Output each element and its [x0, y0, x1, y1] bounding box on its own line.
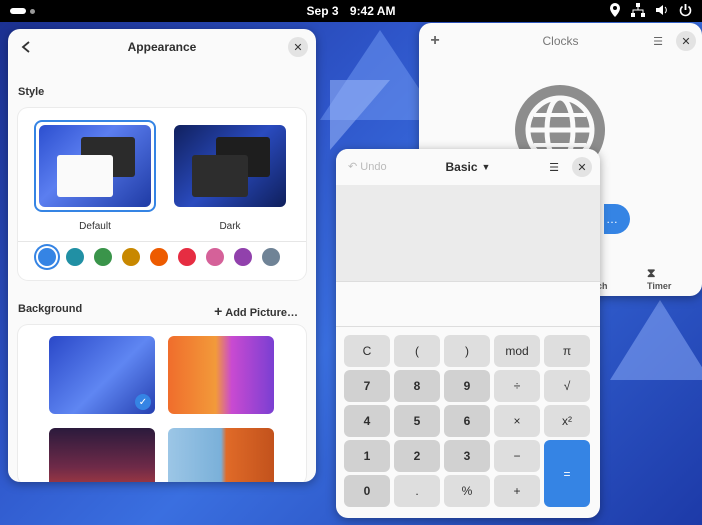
preview-window	[192, 155, 248, 197]
mode-selector[interactable]: Basic ▼	[446, 160, 491, 174]
location-icon	[610, 3, 620, 17]
close-icon: ✕	[577, 161, 587, 174]
background-option[interactable]: ✓	[49, 336, 155, 414]
close-icon: ✕	[293, 41, 303, 54]
page-title: Appearance	[127, 40, 197, 54]
calculator-history	[336, 185, 600, 281]
close-button[interactable]: ✕	[288, 37, 308, 57]
undo-button[interactable]: ↶ Undo	[348, 160, 387, 173]
divider	[18, 241, 306, 242]
key-subtract[interactable]: −	[494, 440, 540, 472]
back-button[interactable]	[16, 37, 36, 57]
back-arrow-icon	[21, 41, 30, 53]
network-icon	[631, 3, 645, 17]
system-tray[interactable]	[609, 3, 692, 17]
key-pi[interactable]: π	[544, 335, 590, 367]
wallpaper-shape	[330, 80, 390, 150]
accent-color-slate[interactable]	[262, 248, 280, 266]
key-3[interactable]: 3	[444, 440, 490, 472]
clocks-title: Clocks	[542, 34, 579, 48]
accent-color-red[interactable]	[178, 248, 196, 266]
plus-icon: +	[430, 32, 440, 49]
checkmark-icon: ✓	[135, 394, 151, 410]
key-clear[interactable]: C	[344, 335, 390, 367]
hamburger-menu-icon: ☰	[549, 161, 559, 174]
background-section-label: Background	[18, 303, 83, 315]
calculator-input[interactable]	[336, 281, 600, 327]
key-1[interactable]: 1	[344, 440, 390, 472]
key-7[interactable]: 7	[344, 370, 390, 402]
style-option-dark[interactable]	[174, 125, 286, 207]
key-close-paren[interactable]: )	[444, 335, 490, 367]
add-picture-button[interactable]: + Add Picture…	[214, 303, 298, 319]
style-section-label: Style	[18, 86, 45, 98]
accent-color-pink[interactable]	[206, 248, 224, 266]
wallpaper-shape	[610, 300, 702, 380]
key-percent[interactable]: %	[444, 475, 490, 507]
background-card: ✓	[18, 325, 306, 482]
background-option[interactable]	[168, 428, 274, 482]
preview-window	[57, 155, 113, 197]
key-4[interactable]: 4	[344, 405, 390, 437]
clock-date: Sep 3	[306, 4, 339, 18]
close-button[interactable]: ✕	[676, 31, 696, 51]
background-option[interactable]	[168, 336, 274, 414]
key-8[interactable]: 8	[394, 370, 440, 402]
menu-button[interactable]: ☰	[544, 157, 564, 177]
background-option[interactable]	[49, 428, 155, 482]
add-clock-button[interactable]: +	[425, 31, 445, 51]
key-divide[interactable]: ÷	[494, 370, 540, 402]
key-decimal[interactable]: .	[394, 475, 440, 507]
key-5[interactable]: 5	[394, 405, 440, 437]
undo-label: Undo	[360, 161, 387, 173]
clock-time: 9:42 AM	[349, 4, 396, 18]
accent-color-green[interactable]	[94, 248, 112, 266]
key-mod[interactable]: mod	[494, 335, 540, 367]
accent-color-blue[interactable]	[38, 248, 56, 266]
power-icon	[679, 4, 692, 17]
key-add[interactable]: +	[494, 475, 540, 507]
key-open-paren[interactable]: (	[394, 335, 440, 367]
style-option-label: Default	[79, 221, 111, 232]
close-icon: ✕	[681, 35, 691, 48]
calculator-window: ↶ Undo Basic ▼ ☰ ✕ C ( ) mod π 7 8 9 ÷ √…	[336, 149, 600, 518]
key-9[interactable]: 9	[444, 370, 490, 402]
key-square[interactable]: x²	[544, 405, 590, 437]
clocks-headerbar: + Clocks ☰ ✕	[419, 23, 702, 59]
key-0[interactable]: 0	[344, 475, 390, 507]
add-picture-label: Add Picture…	[225, 307, 298, 319]
accent-color-orange[interactable]	[150, 248, 168, 266]
top-bar: Sep 3 9:42 AM	[0, 0, 702, 22]
accent-color-yellow[interactable]	[122, 248, 140, 266]
hourglass-icon: ⧗	[647, 266, 656, 280]
chevron-down-icon: ▼	[481, 162, 491, 172]
close-button[interactable]: ✕	[572, 157, 592, 177]
clock-button[interactable]: Sep 3 9:42 AM	[0, 4, 702, 18]
menu-button[interactable]: ☰	[648, 31, 668, 51]
accent-color-teal[interactable]	[66, 248, 84, 266]
accent-color-picker	[38, 248, 280, 266]
calculator-headerbar: ↶ Undo Basic ▼ ☰ ✕	[336, 149, 600, 185]
appearance-headerbar: Appearance ✕	[8, 29, 316, 65]
appearance-window: Appearance ✕ Style Default Dark Backgrou…	[8, 29, 316, 482]
volume-icon	[656, 5, 667, 15]
undo-icon: ↶	[348, 161, 358, 173]
key-equals[interactable]: =	[544, 440, 590, 507]
tab-timer[interactable]: Timer	[647, 281, 671, 291]
key-2[interactable]: 2	[394, 440, 440, 472]
mode-label: Basic	[445, 160, 478, 174]
add-world-clock-button[interactable]: …	[604, 204, 630, 234]
hamburger-menu-icon: ☰	[653, 35, 663, 48]
style-option-default[interactable]	[39, 125, 151, 207]
style-option-label: Dark	[219, 221, 241, 232]
key-6[interactable]: 6	[444, 405, 490, 437]
plus-icon: +	[214, 303, 223, 319]
key-multiply[interactable]: ×	[494, 405, 540, 437]
accent-color-purple[interactable]	[234, 248, 252, 266]
key-sqrt[interactable]: √	[544, 370, 590, 402]
